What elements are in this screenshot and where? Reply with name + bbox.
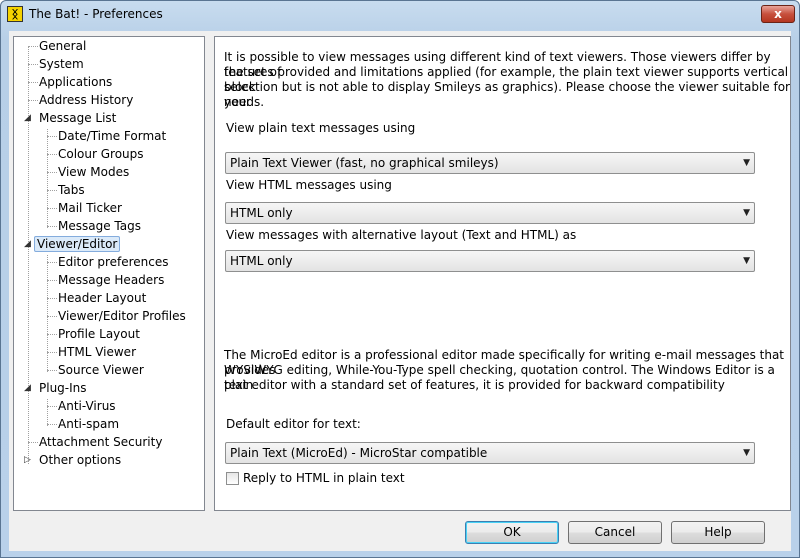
tree-item-label: General bbox=[39, 39, 87, 53]
tree-line-plugins bbox=[47, 399, 48, 426]
alternative-layout-value: HTML only bbox=[230, 254, 293, 268]
tree-item-source-viewer[interactable]: Source Viewer bbox=[55, 361, 147, 379]
reply-html-plain-checkbox[interactable] bbox=[226, 472, 239, 485]
tree-item-system[interactable]: System bbox=[36, 55, 87, 73]
tree-item-label: Message List bbox=[39, 111, 117, 125]
chevron-down-icon: ▼ bbox=[743, 448, 750, 458]
tree-item-label: Message Headers bbox=[58, 273, 165, 287]
chevron-down-icon: ▼ bbox=[743, 256, 750, 266]
alternative-layout-label: View messages with alternative layout (T… bbox=[226, 228, 577, 242]
default-editor-select[interactable]: Plain Text (MicroEd) - MicroStar compati… bbox=[225, 442, 755, 464]
collapse-message-list-icon[interactable]: ◢ bbox=[23, 114, 32, 123]
tree-item-label: Address History bbox=[39, 93, 134, 107]
close-icon: x bbox=[774, 7, 782, 21]
tree-item-label: System bbox=[39, 57, 84, 71]
plain-text-viewer-select[interactable]: Plain Text Viewer (fast, no graphical sm… bbox=[225, 152, 755, 174]
tree-item-label: Viewer/Editor bbox=[34, 236, 121, 252]
tree-item-label: Editor preferences bbox=[58, 255, 169, 269]
tree-item-view-modes[interactable]: View Modes bbox=[55, 163, 132, 181]
tree-item-label: Plug-Ins bbox=[39, 381, 87, 395]
tree-item-label: Source Viewer bbox=[58, 363, 144, 377]
tree-item-label: Applications bbox=[39, 75, 113, 89]
expand-other-options-icon[interactable]: ▷ bbox=[23, 456, 32, 465]
tree-item-label: HTML Viewer bbox=[58, 345, 136, 359]
html-viewer-label: View HTML messages using bbox=[226, 178, 392, 192]
intro-line-3: selection but is not able to display Smi… bbox=[224, 80, 790, 109]
tree-item-viewer-editor-profiles[interactable]: Viewer/Editor Profiles bbox=[55, 307, 189, 325]
tree-item-colour-groups[interactable]: Colour Groups bbox=[55, 145, 147, 163]
html-viewer-value: HTML only bbox=[230, 206, 293, 220]
viewer-editor-panel: It is possible to view messages using di… bbox=[214, 36, 791, 511]
plain-text-viewer-label: View plain text messages using bbox=[226, 121, 416, 135]
tree-line-viewer-editor bbox=[47, 255, 48, 372]
tree-item-label: Attachment Security bbox=[39, 435, 163, 449]
chevron-down-icon: ▼ bbox=[743, 158, 750, 168]
tree-item-date-time-format[interactable]: Date/Time Format bbox=[55, 127, 169, 145]
tree-item-profile-layout[interactable]: Profile Layout bbox=[55, 325, 143, 343]
default-editor-value: Plain Text (MicroEd) - MicroStar compati… bbox=[230, 446, 488, 460]
tree-item-other-options[interactable]: Other options bbox=[36, 451, 124, 469]
tree-item-editor-preferences[interactable]: Editor preferences bbox=[55, 253, 172, 271]
help-button[interactable]: Help bbox=[671, 521, 765, 544]
tree-item-tabs[interactable]: Tabs bbox=[55, 181, 88, 199]
tree-item-mail-ticker[interactable]: Mail Ticker bbox=[55, 199, 125, 217]
tree-item-message-list[interactable]: Message List bbox=[36, 109, 119, 127]
tree-line-root bbox=[28, 46, 29, 464]
ok-button[interactable]: OK bbox=[465, 521, 559, 544]
app-icon: ᛝ bbox=[7, 6, 23, 22]
tree-item-plug-ins[interactable]: Plug-Ins bbox=[36, 379, 90, 397]
close-button[interactable]: x bbox=[761, 5, 795, 23]
tree-item-label: Profile Layout bbox=[58, 327, 140, 341]
tree-item-applications[interactable]: Applications bbox=[36, 73, 115, 91]
reply-html-plain-label[interactable]: Reply to HTML in plain text bbox=[243, 471, 405, 486]
tree-item-address-history[interactable]: Address History bbox=[36, 91, 136, 109]
chevron-down-icon: ▼ bbox=[743, 208, 750, 218]
tree-item-viewer-editor[interactable]: Viewer/Editor bbox=[34, 235, 121, 253]
collapse-viewer-editor-icon[interactable]: ◢ bbox=[23, 240, 32, 249]
plain-text-viewer-value: Plain Text Viewer (fast, no graphical sm… bbox=[230, 156, 499, 170]
preferences-window: ᛝ The Bat! - Preferences x ◢ ◢ ◢ ▷ Gener… bbox=[0, 0, 800, 558]
html-viewer-select[interactable]: HTML only ▼ bbox=[225, 202, 755, 224]
tree-item-label: Viewer/Editor Profiles bbox=[58, 309, 186, 323]
tree-item-label: Colour Groups bbox=[58, 147, 144, 161]
tree-item-label: Anti-spam bbox=[58, 417, 120, 431]
editor-description-line-3: text editor with a standard set of featu… bbox=[224, 378, 725, 392]
dialog-client: ◢ ◢ ◢ ▷ General System Applications Addr… bbox=[9, 31, 791, 551]
window-title: The Bat! - Preferences bbox=[29, 7, 163, 21]
tree-item-label: Mail Ticker bbox=[58, 201, 122, 215]
tree-item-label: View Modes bbox=[58, 165, 130, 179]
tree-item-label: Header Layout bbox=[58, 291, 147, 305]
preferences-tree[interactable]: ◢ ◢ ◢ ▷ General System Applications Addr… bbox=[13, 36, 205, 511]
tree-item-label: Anti-Virus bbox=[58, 399, 116, 413]
tree-item-attachment-security[interactable]: Attachment Security bbox=[36, 433, 165, 451]
tree-item-anti-virus[interactable]: Anti-Virus bbox=[55, 397, 119, 415]
tree-item-label: Message Tags bbox=[58, 219, 141, 233]
tree-line-message-list bbox=[47, 129, 48, 228]
intro-line-4: needs. bbox=[224, 95, 265, 109]
tree-item-general[interactable]: General bbox=[36, 37, 89, 55]
tree-item-label: Date/Time Format bbox=[58, 129, 167, 143]
alternative-layout-select[interactable]: HTML only ▼ bbox=[225, 250, 755, 272]
title-bar[interactable]: ᛝ The Bat! - Preferences x bbox=[1, 1, 799, 31]
tree-item-header-layout[interactable]: Header Layout bbox=[55, 289, 149, 307]
default-editor-label: Default editor for text: bbox=[226, 417, 361, 431]
tree-item-label: Other options bbox=[39, 453, 122, 467]
tree-item-message-tags[interactable]: Message Tags bbox=[55, 217, 144, 235]
collapse-plugins-icon[interactable]: ◢ bbox=[23, 384, 32, 393]
tree-item-html-viewer[interactable]: HTML Viewer bbox=[55, 343, 139, 361]
tree-item-anti-spam[interactable]: Anti-spam bbox=[55, 415, 122, 433]
cancel-button[interactable]: Cancel bbox=[568, 521, 662, 544]
tree-item-message-headers[interactable]: Message Headers bbox=[55, 271, 167, 289]
tree-item-label: Tabs bbox=[58, 183, 85, 197]
